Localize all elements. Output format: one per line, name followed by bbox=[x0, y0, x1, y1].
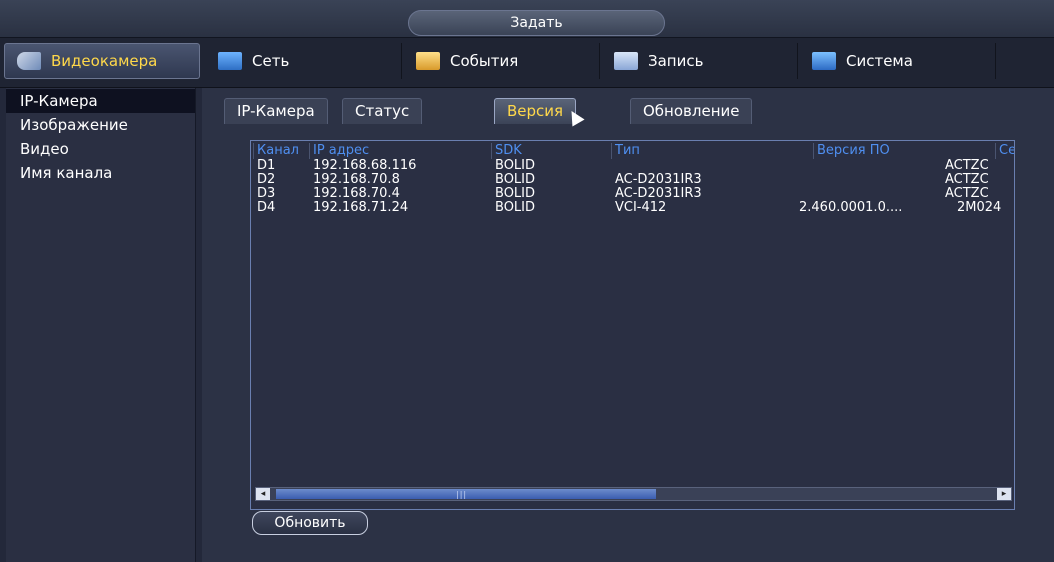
column-header-serial[interactable]: Се bbox=[994, 143, 1014, 159]
cell-ip: 192.168.71.24 bbox=[313, 200, 409, 215]
cell-firmware: 2.460.0001.0.... bbox=[799, 200, 903, 215]
tab-status[interactable]: Статус bbox=[342, 98, 423, 124]
system-icon bbox=[812, 52, 836, 70]
cell-channel: D4 bbox=[257, 200, 276, 215]
sidebar-item-channel-name[interactable]: Имя канала bbox=[6, 161, 195, 185]
scroll-right-icon[interactable]: ▸ bbox=[997, 488, 1011, 500]
tab-label: Версия bbox=[507, 102, 564, 120]
version-table: Канал IP адрес SDK Тип Версия ПО Се D1 1… bbox=[250, 140, 1015, 510]
column-header-ip-address[interactable]: IP адрес bbox=[308, 143, 369, 159]
cell-type: VCI-412 bbox=[615, 200, 667, 215]
events-icon bbox=[416, 52, 440, 70]
menu-item-events[interactable]: События bbox=[404, 43, 600, 79]
column-header-channel[interactable]: Канал bbox=[253, 143, 299, 159]
column-header-sdk[interactable]: SDK bbox=[491, 143, 522, 159]
sidebar-item-image[interactable]: Изображение bbox=[6, 113, 195, 137]
tab-version[interactable]: Версия bbox=[494, 98, 577, 124]
cell-serial: ACTZC bbox=[945, 172, 989, 187]
cell-serial: ACTZC bbox=[945, 186, 989, 201]
app-window: Задать Видеокамера Сеть События Запись С… bbox=[0, 0, 1054, 562]
horizontal-scrollbar[interactable]: ◂ ||| ▸ bbox=[255, 487, 1012, 501]
cell-channel: D2 bbox=[257, 172, 276, 187]
table-row[interactable]: D4 192.168.71.24 BOLID VCI-412 2.460.000… bbox=[251, 201, 1014, 215]
sidebar: IP-Камера Изображение Видео Имя канала bbox=[6, 88, 196, 562]
menu-item-camera[interactable]: Видеокамера bbox=[4, 43, 200, 79]
sidebar-item-video[interactable]: Видео bbox=[6, 137, 195, 161]
cell-ip: 192.168.70.4 bbox=[313, 186, 400, 201]
menu-item-label: Видеокамера bbox=[51, 52, 158, 70]
refresh-button[interactable]: Обновить bbox=[252, 511, 368, 535]
sidebar-item-ip-camera[interactable]: IP-Камера bbox=[6, 89, 195, 113]
table-row[interactable]: D3 192.168.70.4 BOLID AC-D2031IR3 ACTZC bbox=[251, 187, 1014, 201]
camera-icon bbox=[17, 52, 41, 70]
menu-item-label: Система bbox=[846, 52, 913, 70]
menu-item-network[interactable]: Сеть bbox=[206, 43, 402, 79]
cell-type: AC-D2031IR3 bbox=[615, 172, 702, 187]
menu-item-record[interactable]: Запись bbox=[602, 43, 798, 79]
tab-update[interactable]: Обновление bbox=[630, 98, 753, 124]
main-panel: IP-Камера Статус Версия Обновление Канал… bbox=[202, 88, 1054, 562]
grip-icon: ||| bbox=[456, 490, 468, 499]
cell-sdk: BOLID bbox=[495, 186, 536, 201]
top-menu: Видеокамера Сеть События Запись Система bbox=[0, 38, 1054, 88]
column-header-firmware-version[interactable]: Версия ПО bbox=[813, 143, 890, 159]
menu-item-label: Сеть bbox=[252, 52, 290, 70]
page-title: Задать bbox=[408, 10, 665, 36]
cell-channel: D1 bbox=[257, 158, 276, 173]
cell-sdk: BOLID bbox=[495, 200, 536, 215]
menu-item-label: События bbox=[450, 52, 519, 70]
menu-item-system[interactable]: Система bbox=[800, 43, 996, 79]
cell-sdk: BOLID bbox=[495, 158, 536, 173]
table-header: Канал IP адрес SDK Тип Версия ПО Се bbox=[251, 141, 1014, 159]
table-row[interactable]: D2 192.168.70.8 BOLID AC-D2031IR3 ACTZC bbox=[251, 173, 1014, 187]
table-row[interactable]: D1 192.168.68.116 BOLID ACTZC bbox=[251, 159, 1014, 173]
cell-serial: 2M024 bbox=[957, 200, 1002, 215]
column-header-type[interactable]: Тип bbox=[611, 143, 640, 159]
cell-sdk: BOLID bbox=[495, 172, 536, 187]
cell-type: AC-D2031IR3 bbox=[615, 186, 702, 201]
cell-channel: D3 bbox=[257, 186, 276, 201]
cell-ip: 192.168.68.116 bbox=[313, 158, 417, 173]
title-bar: Задать bbox=[0, 0, 1054, 38]
scrollbar-thumb[interactable]: ||| bbox=[276, 489, 656, 499]
tab-ip-camera[interactable]: IP-Камера bbox=[224, 98, 328, 124]
network-icon bbox=[218, 52, 242, 70]
cell-serial: ACTZC bbox=[945, 158, 989, 173]
cell-ip: 192.168.70.8 bbox=[313, 172, 400, 187]
menu-item-label: Запись bbox=[648, 52, 704, 70]
record-icon bbox=[614, 52, 638, 70]
scroll-left-icon[interactable]: ◂ bbox=[256, 488, 270, 500]
